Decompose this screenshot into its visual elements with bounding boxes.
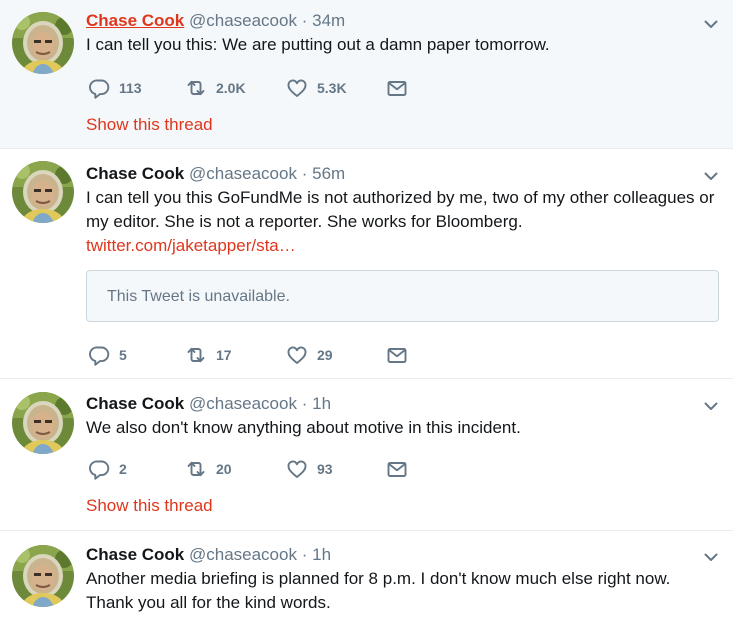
action-bar: 2 20 93 <box>86 457 426 481</box>
tweet-header: Chase Cook @chaseacook · 1h <box>86 544 719 566</box>
author-name[interactable]: Chase Cook <box>86 11 184 30</box>
envelope-icon <box>387 462 407 477</box>
tweet-text: I can tell you this GoFundMe is not auth… <box>86 188 715 231</box>
reply-icon <box>89 346 110 366</box>
reply-count: 5 <box>119 347 127 363</box>
action-bar: 5 17 29 <box>86 343 426 367</box>
show-thread-link[interactable]: Show this thread <box>86 495 213 517</box>
timestamp[interactable]: 1h <box>312 545 331 564</box>
retweet-button[interactable]: 2.0K <box>185 76 246 100</box>
tweet-text: I can tell you this: We are putting out … <box>86 35 550 54</box>
avatar[interactable] <box>12 545 74 607</box>
separator: · <box>301 164 308 183</box>
heart-icon <box>287 79 307 97</box>
direct-message-button[interactable] <box>386 343 408 367</box>
author-name[interactable]: Chase Cook <box>86 394 184 413</box>
like-count: 93 <box>317 461 333 477</box>
author-handle[interactable]: @chaseacook <box>189 394 297 413</box>
retweet-count: 17 <box>216 347 232 363</box>
tweet[interactable]: Chase Cook @chaseacook · 1h We also don'… <box>0 379 733 531</box>
author-handle[interactable]: @chaseacook <box>189 164 297 183</box>
separator: · <box>301 394 308 413</box>
like-count: 29 <box>317 347 333 363</box>
tweet[interactable]: Chase Cook @chaseacook · 34m I can tell … <box>0 0 733 149</box>
show-thread-link[interactable]: Show this thread <box>86 114 213 136</box>
direct-message-button[interactable] <box>386 457 408 481</box>
reply-button[interactable]: 5 <box>88 343 127 367</box>
separator: · <box>301 545 308 564</box>
envelope-icon <box>387 81 407 96</box>
timestamp[interactable]: 56m <box>312 164 345 183</box>
reply-icon <box>89 79 110 99</box>
tweet-link[interactable]: twitter.com/jaketapper/sta… <box>86 234 296 258</box>
retweet-count: 2.0K <box>216 80 246 96</box>
reply-button[interactable]: 2 <box>88 457 127 481</box>
author-name[interactable]: Chase Cook <box>86 545 184 564</box>
tweet-text: Another media briefing is planned for 8 … <box>86 569 671 612</box>
direct-message-button[interactable] <box>386 76 408 100</box>
retweet-icon <box>187 80 205 96</box>
timestamp[interactable]: 34m <box>312 11 345 30</box>
author-handle[interactable]: @chaseacook <box>189 545 297 564</box>
author-name[interactable]: Chase Cook <box>86 164 184 183</box>
tweet[interactable]: Chase Cook @chaseacook · 56m I can tell … <box>0 149 733 379</box>
tweet-header: Chase Cook @chaseacook · 1h <box>86 393 719 415</box>
timestamp[interactable]: 1h <box>312 394 331 413</box>
retweet-icon <box>187 347 205 363</box>
avatar[interactable] <box>12 161 74 223</box>
avatar[interactable] <box>12 392 74 454</box>
reply-button[interactable]: 113 <box>88 76 142 100</box>
retweet-button[interactable]: 20 <box>185 457 232 481</box>
like-button[interactable]: 29 <box>286 343 333 367</box>
separator: · <box>301 11 308 30</box>
reply-count: 2 <box>119 461 127 477</box>
heart-icon <box>287 460 307 478</box>
avatar[interactable] <box>12 12 74 74</box>
retweet-icon <box>187 461 205 477</box>
reply-icon <box>89 460 110 480</box>
quoted-tweet[interactable]: This Tweet is unavailable. <box>86 270 719 322</box>
heart-icon <box>287 346 307 364</box>
action-bar: 113 2.0K 5.3K <box>86 76 426 100</box>
retweet-count: 20 <box>216 461 232 477</box>
tweet-text: We also don't know anything about motive… <box>86 418 521 437</box>
tweet-header: Chase Cook @chaseacook · 56m <box>86 163 719 185</box>
like-count: 5.3K <box>317 80 347 96</box>
like-button[interactable]: 5.3K <box>286 76 347 100</box>
author-handle[interactable]: @chaseacook <box>189 11 297 30</box>
like-button[interactable]: 93 <box>286 457 333 481</box>
tweet[interactable]: Chase Cook @chaseacook · 1h Another medi… <box>0 531 733 634</box>
tweet-header: Chase Cook @chaseacook · 34m <box>86 10 719 32</box>
retweet-button[interactable]: 17 <box>185 343 232 367</box>
reply-count: 113 <box>119 80 142 96</box>
envelope-icon <box>387 348 407 363</box>
